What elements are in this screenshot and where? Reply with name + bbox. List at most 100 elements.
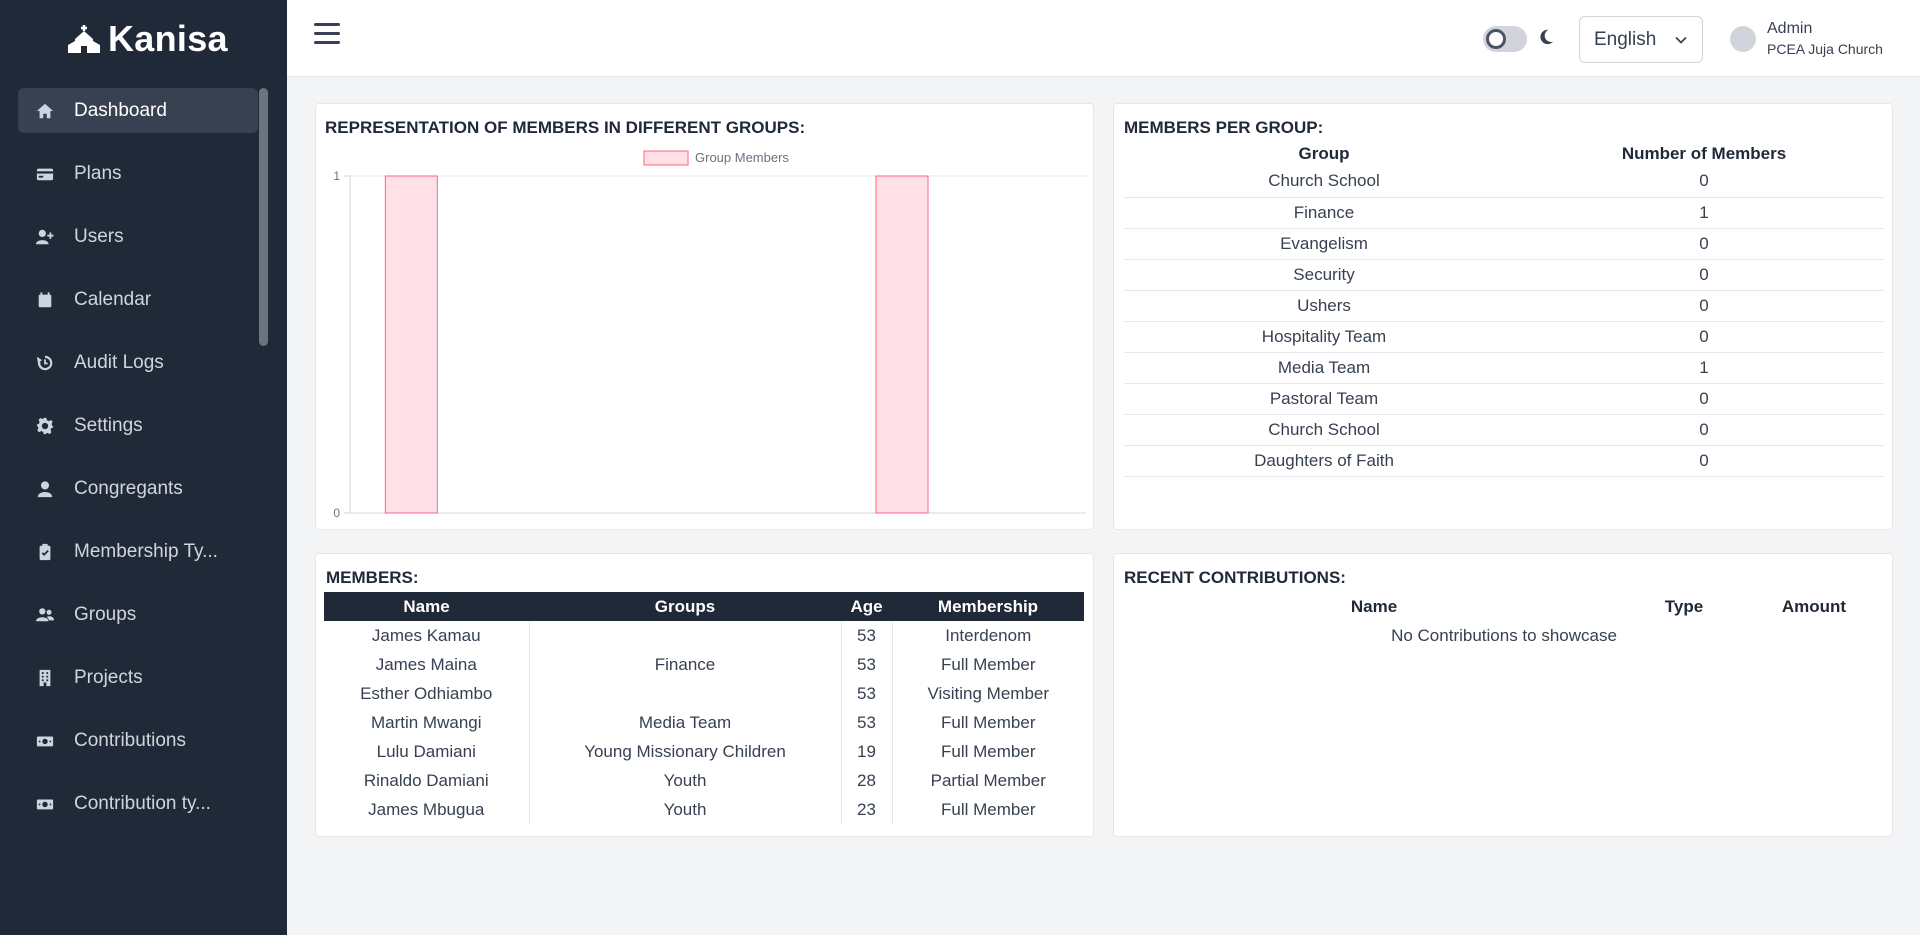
member-membership-cell: Full Member	[941, 799, 1036, 819]
sidebar-scrollbar[interactable]	[259, 88, 268, 346]
church-logo-icon	[68, 25, 100, 53]
sidebar-item-plans[interactable]: Plans	[18, 151, 258, 196]
user-icon	[34, 478, 56, 500]
member-count-cell: 1	[1524, 352, 1884, 384]
members-per-group-card: MEMBERS PER GROUP: Group Number of Membe…	[1113, 103, 1893, 530]
sidebar: Kanisa Dashboard Plans Users Calendar Au…	[0, 0, 287, 935]
table-row: Pastoral Team 0	[1124, 383, 1884, 415]
member-groups-cell: Young Missionary Children	[529, 737, 842, 766]
column-header-age: Age	[841, 592, 892, 621]
sidebar-menu: Dashboard Plans Users Calendar Audit Log…	[18, 88, 258, 844]
sidebar-item-settings[interactable]: Settings	[18, 403, 258, 448]
sidebar-item-membership-types[interactable]: Membership Ty...	[18, 529, 258, 574]
member-groups-cell	[529, 621, 842, 650]
member-membership-cell: Visiting Member	[927, 683, 1050, 703]
table-row: Rinaldo Damiani Youth 28 Partial Member	[324, 766, 1084, 795]
member-count-cell: 0	[1524, 290, 1884, 322]
table-row: James Mbugua Youth 23 Full Member	[324, 795, 1084, 824]
group-name-cell: Hospitality Team	[1124, 321, 1524, 353]
hamburger-line	[314, 41, 340, 44]
sidebar-item-label: Users	[74, 225, 124, 247]
member-name-cell: Rinaldo Damiani	[324, 766, 530, 795]
sidebar-item-contributions[interactable]: Contributions	[18, 718, 258, 763]
avatar[interactable]	[1730, 26, 1756, 52]
table-row: Church School 0	[1124, 166, 1884, 198]
sidebar-item-label: Contribution ty...	[74, 792, 211, 814]
column-header-type: Type	[1664, 596, 1704, 616]
sidebar-item-label: Settings	[74, 414, 143, 436]
column-header-count: Number of Members	[1621, 144, 1787, 163]
sidebar-item-calendar[interactable]: Calendar	[18, 277, 258, 322]
members-table: Name Groups Age Membership James Kamau 53…	[324, 592, 1084, 824]
moon-icon	[1540, 29, 1554, 45]
toggle-knob	[1486, 29, 1506, 49]
hamburger-line	[314, 32, 340, 35]
table-row: Church School 0	[1124, 414, 1884, 446]
y-tick-label: 0	[333, 506, 340, 520]
brand[interactable]: Kanisa	[66, 18, 228, 60]
y-tick-label: 1	[333, 169, 340, 183]
sidebar-item-label: Plans	[74, 162, 122, 184]
table-row: Media Team 1	[1124, 352, 1884, 384]
sidebar-item-congregants[interactable]: Congregants	[18, 466, 258, 511]
history-icon	[34, 352, 56, 374]
dark-mode-toggle[interactable]	[1483, 26, 1527, 52]
sidebar-item-contribution-types[interactable]: Contribution ty...	[18, 781, 258, 826]
sidebar-item-projects[interactable]: Projects	[18, 655, 258, 700]
chevron-down-icon	[1675, 36, 1687, 44]
column-header-membership: Membership	[892, 592, 1084, 621]
table-row: Evangelism 0	[1124, 228, 1884, 260]
member-age-cell: 53	[841, 708, 893, 737]
column-header-amount: Amount	[1781, 596, 1847, 616]
group-chart-card: REPRESENTATION OF MEMBERS IN DIFFERENT G…	[315, 103, 1094, 530]
money-icon	[34, 793, 56, 815]
sidebar-item-groups[interactable]: Groups	[18, 592, 258, 637]
table-row: Esther Odhiambo 53 Visiting Member	[324, 679, 1084, 708]
group-name-cell: Finance	[1124, 197, 1524, 229]
sidebar-item-dashboard[interactable]: Dashboard	[18, 88, 258, 133]
menu-toggle-button[interactable]	[314, 23, 340, 47]
member-groups-cell: Youth	[529, 766, 842, 795]
member-count-cell: 0	[1524, 259, 1884, 291]
user-church: PCEA Juja Church	[1767, 41, 1883, 57]
member-groups-cell: Finance	[529, 650, 842, 679]
empty-state-text: No Contributions to showcase	[1391, 625, 1617, 645]
language-select[interactable]: English	[1579, 16, 1703, 63]
contributions-title: RECENT CONTRIBUTIONS:	[1124, 568, 1346, 587]
sidebar-item-users[interactable]: Users	[18, 214, 258, 259]
member-membership-cell: Full Member	[941, 654, 1036, 674]
table-header-row: Name Groups Age Membership	[324, 592, 1084, 621]
member-age-cell: 23	[841, 795, 893, 824]
sidebar-item-label: Dashboard	[74, 99, 167, 121]
building-icon	[34, 667, 56, 689]
sidebar-item-label: Audit Logs	[74, 351, 164, 373]
column-header-group: Group	[1298, 144, 1350, 163]
member-age-cell: 53	[841, 679, 893, 708]
table-row: Martin Mwangi Media Team 53 Full Member	[324, 708, 1084, 737]
language-value: English	[1594, 28, 1657, 50]
member-name-cell: Lulu Damiani	[324, 737, 530, 766]
user-name: Admin	[1767, 20, 1813, 37]
member-groups-cell	[529, 679, 842, 708]
chart-bar	[875, 175, 929, 514]
sidebar-item-audit-logs[interactable]: Audit Logs	[18, 340, 258, 385]
legend-swatch	[643, 150, 689, 166]
group-name-cell: Pastoral Team	[1124, 383, 1524, 415]
members-card: MEMBERS: Name Groups Age Membership Jame…	[315, 553, 1094, 837]
table-row: Security 0	[1124, 259, 1884, 291]
member-membership-cell: Full Member	[941, 741, 1036, 761]
credit-card-icon	[34, 163, 56, 185]
user-plus-icon	[34, 226, 56, 248]
sidebar-item-label: Membership Ty...	[74, 540, 218, 562]
table-row: Hospitality Team 0	[1124, 321, 1884, 353]
table-row: James Maina Finance 53 Full Member	[324, 650, 1084, 679]
sidebar-item-label: Groups	[74, 603, 137, 625]
clipboard-check-icon	[34, 541, 56, 563]
member-name-cell: James Kamau	[324, 621, 530, 650]
member-count-cell: 0	[1524, 166, 1884, 198]
app-name: Kanisa	[108, 18, 228, 59]
member-count-cell: 0	[1524, 383, 1884, 415]
group-name-cell: Church School	[1124, 414, 1524, 446]
member-groups-cell: Youth	[529, 795, 842, 824]
member-membership-cell: Full Member	[941, 712, 1036, 732]
